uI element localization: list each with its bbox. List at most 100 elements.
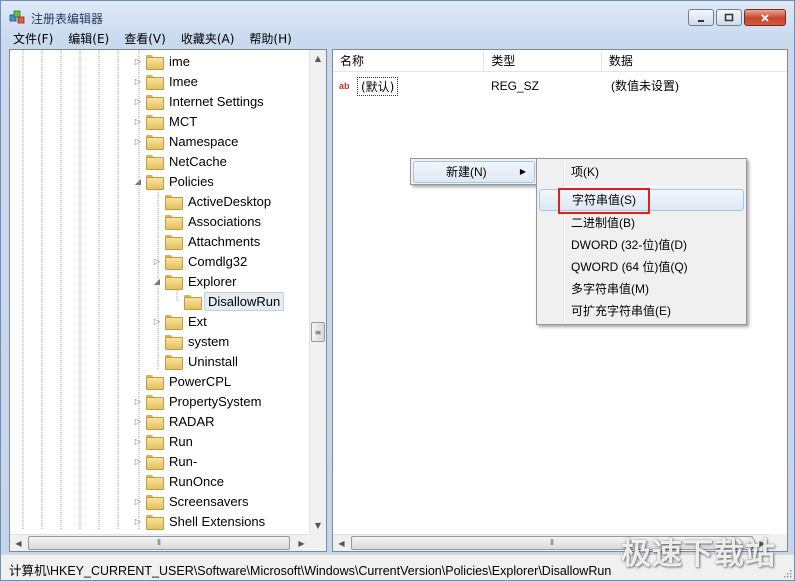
tree-item[interactable]: ▷ ime <box>133 51 193 71</box>
folder-icon <box>146 394 164 410</box>
minimize-button[interactable] <box>688 9 714 26</box>
submenu-item[interactable]: 二进制值(B) <box>539 212 744 234</box>
tree-item[interactable]: Attachments <box>152 231 263 251</box>
menu-bar: 文件(F) 编辑(E) 查看(V) 收藏夹(A) 帮助(H) <box>5 30 299 48</box>
menu-favorites[interactable]: 收藏夹(A) <box>173 30 242 48</box>
tree-item[interactable]: ▷ PropertySystem <box>133 391 264 411</box>
scroll-left-arrow-icon[interactable]: ◀ <box>10 535 27 551</box>
expand-arrow-icon[interactable]: ▷ <box>133 416 143 426</box>
expand-arrow-icon[interactable]: ▷ <box>152 256 162 266</box>
tree-vertical-scrollbar[interactable]: ▲ ≡ ▼ <box>309 50 326 534</box>
submenu-item[interactable]: 多字符串值(M) <box>539 278 744 300</box>
expand-arrow-icon[interactable]: ▷ <box>133 56 143 66</box>
tree-item[interactable]: DisallowRun <box>171 291 285 311</box>
tree-item[interactable]: ActiveDesktop <box>152 191 274 211</box>
scroll-down-arrow-icon[interactable]: ▼ <box>310 517 326 534</box>
window-controls <box>688 9 786 26</box>
tree-item-label: Comdlg32 <box>188 253 248 269</box>
tree-item[interactable]: ▷ Screensavers <box>133 491 251 511</box>
tree-item-label: RADAR <box>169 413 215 429</box>
folder-icon <box>146 494 164 510</box>
maximize-button[interactable] <box>716 9 742 26</box>
tree-item[interactable]: ◢ Explorer <box>152 271 239 291</box>
tree-item[interactable]: ▷ RADAR <box>133 411 218 431</box>
tree-item[interactable]: ▷ Run <box>133 431 196 451</box>
expand-arrow-icon[interactable]: ▷ <box>152 316 162 326</box>
collapse-arrow-icon[interactable]: ◢ <box>152 276 162 286</box>
list-row[interactable]: ab (默认) REG_SZ (数值未设置) <box>333 76 787 96</box>
close-button[interactable] <box>744 9 786 26</box>
scroll-left-arrow-icon[interactable]: ◀ <box>333 535 350 551</box>
tree-item[interactable]: ▷ Ext <box>152 311 210 331</box>
tree-item[interactable]: PowerCPL <box>133 371 234 391</box>
tree-item[interactable]: ▷ Imee <box>133 71 201 91</box>
tree-item-label: NetCache <box>169 153 227 169</box>
tree-horizontal-scrollbar[interactable]: ◀ ⦀ ▶ <box>10 534 310 551</box>
context-menu-new-label: 新建(N) <box>446 165 487 179</box>
tree-hscroll-thumb[interactable]: ⦀ <box>28 536 290 550</box>
value-name: (默认) <box>357 76 399 96</box>
expand-arrow-icon[interactable]: ▷ <box>133 396 143 406</box>
menu-view[interactable]: 查看(V) <box>116 30 173 48</box>
tree-item[interactable]: ▷ MCT <box>133 111 200 131</box>
tree-item-label: ActiveDesktop <box>188 193 272 209</box>
folder-icon <box>184 294 202 310</box>
column-header-type[interactable]: 类型 <box>484 50 602 72</box>
tree-item[interactable]: ▷ Run- <box>133 451 200 471</box>
tree-item[interactable]: ▷ Namespace <box>133 131 241 151</box>
submenu-separator <box>567 186 742 187</box>
collapse-arrow-icon[interactable]: ◢ <box>133 176 143 186</box>
tree-item-label: MCT <box>169 113 198 129</box>
tree-item[interactable]: ▷ Shell Extensions <box>133 511 268 531</box>
tree-item[interactable]: RunOnce <box>133 471 227 491</box>
tree-item-label: PropertySystem <box>169 393 262 409</box>
expand-arrow-icon[interactable]: ▷ <box>133 516 143 526</box>
expand-arrow-icon[interactable]: ▷ <box>133 96 143 106</box>
menu-edit[interactable]: 编辑(E) <box>60 30 116 48</box>
resize-grip-icon[interactable] <box>782 568 792 578</box>
submenu-item[interactable]: 项(K) <box>539 161 744 183</box>
tree-item[interactable]: Uninstall <box>152 351 241 371</box>
tree-item[interactable]: ▷ Comdlg32 <box>152 251 250 271</box>
menu-file[interactable]: 文件(F) <box>5 30 60 48</box>
registry-tree-pane[interactable]: ▷ ime ▷ Imee ▷ Internet Settings ▷ MCT ▷ Namespac… <box>9 49 327 552</box>
expand-arrow-icon[interactable]: ▷ <box>133 76 143 86</box>
expand-arrow-icon[interactable]: ▷ <box>133 136 143 146</box>
tree-item-label: Screensavers <box>169 493 249 509</box>
tree-item-label: Internet Settings <box>169 93 264 109</box>
tree-item-label: Attachments <box>188 233 261 249</box>
folder-icon <box>146 74 164 90</box>
tree-item-label: Run <box>169 433 193 449</box>
value-data: (数值未设置) <box>611 79 679 93</box>
column-header-name[interactable]: 名称 <box>333 50 485 72</box>
folder-icon <box>165 254 183 270</box>
submenu-item[interactable]: 可扩充字符串值(E) <box>539 300 744 322</box>
registry-editor-window: 注册表编辑器 文件(F) 编辑(E) 查看(V) 收藏夹(A) 帮助(H) ▷ … <box>0 0 795 581</box>
tree-item[interactable]: Associations <box>152 211 264 231</box>
submenu-item[interactable]: QWORD (64 位)值(Q) <box>539 256 744 278</box>
window-title: 注册表编辑器 <box>31 12 104 26</box>
submenu-item[interactable]: DWORD (32-位)值(D) <box>539 234 744 256</box>
menu-help[interactable]: 帮助(H) <box>241 30 298 48</box>
folder-icon <box>165 234 183 250</box>
context-menu-new[interactable]: 新建(N) ▶ <box>413 161 535 183</box>
expand-arrow-icon[interactable]: ▷ <box>133 436 143 446</box>
scroll-up-arrow-icon[interactable]: ▲ <box>310 50 326 67</box>
tree-item[interactable]: system <box>152 331 232 351</box>
tree-item-label: PowerCPL <box>169 373 232 389</box>
title-bar[interactable]: 注册表编辑器 <box>1 1 794 31</box>
column-header-data[interactable]: 数据 <box>602 50 787 72</box>
submenu-arrow-icon: ▶ <box>519 167 526 176</box>
expand-arrow-icon[interactable]: ▷ <box>133 456 143 466</box>
tree-scroll-thumb[interactable]: ≡ <box>311 322 325 342</box>
tree-item[interactable]: NetCache <box>133 151 230 171</box>
tree-item[interactable]: ◢ Policies <box>133 171 217 191</box>
scroll-right-arrow-icon[interactable]: ▶ <box>293 535 310 551</box>
expand-arrow-icon[interactable]: ▷ <box>133 116 143 126</box>
tree-item-label: Explorer <box>188 273 237 289</box>
expand-arrow-icon[interactable]: ▷ <box>133 496 143 506</box>
tree-item[interactable]: ▷ Internet Settings <box>133 91 267 111</box>
